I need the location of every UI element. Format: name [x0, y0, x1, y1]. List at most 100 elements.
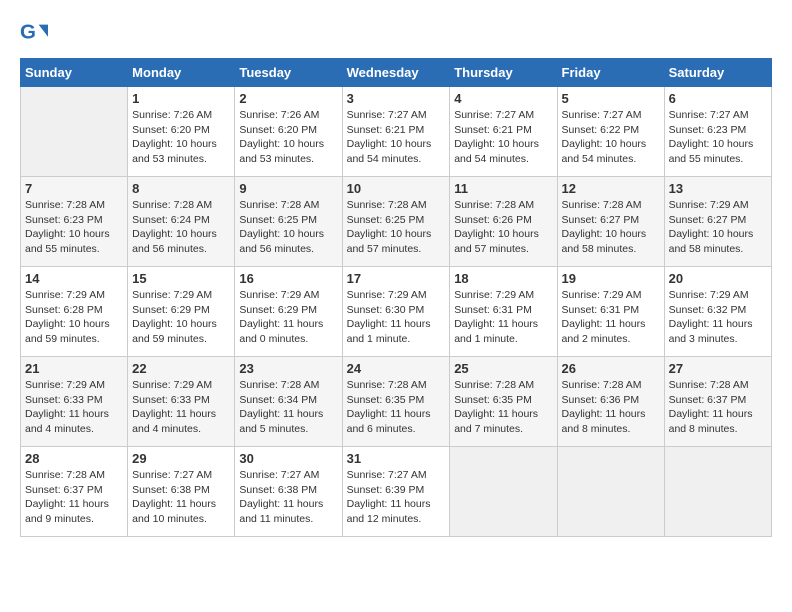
day-number: 1: [132, 91, 230, 106]
day-info: Sunrise: 7:27 AM Sunset: 6:38 PM Dayligh…: [132, 468, 230, 527]
day-number: 27: [669, 361, 767, 376]
weekday-header-sunday: Sunday: [21, 59, 128, 87]
day-number: 28: [25, 451, 123, 466]
day-number: 5: [562, 91, 660, 106]
calendar-cell: 14 Sunrise: 7:29 AM Sunset: 6:28 PM Dayli…: [21, 267, 128, 357]
calendar-cell: 29Sunrise: 7:27 AM Sunset: 6:38 PM Dayli…: [128, 447, 235, 537]
weekday-header-tuesday: Tuesday: [235, 59, 342, 87]
day-info: Sunrise: 7:27 AM Sunset: 6:38 PM Dayligh…: [239, 468, 337, 527]
day-number: 14: [25, 271, 123, 286]
calendar-cell: 20 Sunrise: 7:29 AM Sunset: 6:32 PM Dayli…: [664, 267, 771, 357]
day-number: 16: [239, 271, 337, 286]
day-info: Sunrise: 7:26 AM Sunset: 6:20 PM Dayligh…: [239, 108, 337, 167]
svg-text:G: G: [20, 21, 36, 44]
calendar-cell: 18 Sunrise: 7:29 AM Sunset: 6:31 PM Dayli…: [450, 267, 557, 357]
calendar-cell: 23 Sunrise: 7:28 AM Sunset: 6:34 PM Dayli…: [235, 357, 342, 447]
day-info: Sunrise: 7:28 AM Sunset: 6:37 PM Dayligh…: [25, 468, 123, 527]
day-number: 18: [454, 271, 552, 286]
day-number: 20: [669, 271, 767, 286]
day-number: 10: [347, 181, 446, 196]
day-number: 13: [669, 181, 767, 196]
calendar-week-5: 28 Sunrise: 7:28 AM Sunset: 6:37 PM Dayli…: [21, 447, 772, 537]
calendar-week-2: 7Sunrise: 7:28 AM Sunset: 6:23 PM Daylig…: [21, 177, 772, 267]
day-info: Sunrise: 7:29 AM Sunset: 6:28 PM Dayligh…: [25, 288, 123, 347]
calendar-cell: 12Sunrise: 7:28 AM Sunset: 6:27 PM Dayli…: [557, 177, 664, 267]
calendar-cell: 15 Sunrise: 7:29 AM Sunset: 6:29 PM Dayli…: [128, 267, 235, 357]
day-number: 31: [347, 451, 446, 466]
day-info: Sunrise: 7:27 AM Sunset: 6:21 PM Dayligh…: [347, 108, 446, 167]
weekday-header-row: SundayMondayTuesdayWednesdayThursdayFrid…: [21, 59, 772, 87]
day-info: Sunrise: 7:29 AM Sunset: 6:31 PM Dayligh…: [454, 288, 552, 347]
day-info: Sunrise: 7:29 AM Sunset: 6:31 PM Dayligh…: [562, 288, 660, 347]
day-number: 3: [347, 91, 446, 106]
calendar-cell: 21 Sunrise: 7:29 AM Sunset: 6:33 PM Dayli…: [21, 357, 128, 447]
calendar-cell: 31 Sunrise: 7:27 AM Sunset: 6:39 PM Dayli…: [342, 447, 450, 537]
calendar-cell: 8 Sunrise: 7:28 AM Sunset: 6:24 PM Daylig…: [128, 177, 235, 267]
calendar-cell: 27 Sunrise: 7:28 AM Sunset: 6:37 PM Dayli…: [664, 357, 771, 447]
day-number: 11: [454, 181, 552, 196]
calendar-cell: [664, 447, 771, 537]
calendar-table: SundayMondayTuesdayWednesdayThursdayFrid…: [20, 58, 772, 537]
day-info: Sunrise: 7:27 AM Sunset: 6:23 PM Dayligh…: [669, 108, 767, 167]
day-number: 2: [239, 91, 337, 106]
calendar-cell: 5 Sunrise: 7:27 AM Sunset: 6:22 PM Daylig…: [557, 87, 664, 177]
calendar-cell: [557, 447, 664, 537]
day-number: 24: [347, 361, 446, 376]
calendar-cell: 28 Sunrise: 7:28 AM Sunset: 6:37 PM Dayli…: [21, 447, 128, 537]
calendar-cell: 13 Sunrise: 7:29 AM Sunset: 6:27 PM Dayli…: [664, 177, 771, 267]
day-info: Sunrise: 7:27 AM Sunset: 6:22 PM Dayligh…: [562, 108, 660, 167]
day-number: 12: [562, 181, 660, 196]
calendar-cell: 1 Sunrise: 7:26 AM Sunset: 6:20 PM Daylig…: [128, 87, 235, 177]
day-info: Sunrise: 7:29 AM Sunset: 6:30 PM Dayligh…: [347, 288, 446, 347]
day-info: Sunrise: 7:26 AM Sunset: 6:20 PM Dayligh…: [132, 108, 230, 167]
calendar-cell: 6 Sunrise: 7:27 AM Sunset: 6:23 PM Daylig…: [664, 87, 771, 177]
calendar-cell: 25 Sunrise: 7:28 AM Sunset: 6:35 PM Dayli…: [450, 357, 557, 447]
logo: G: [20, 20, 52, 48]
calendar-cell: 24Sunrise: 7:28 AM Sunset: 6:35 PM Dayli…: [342, 357, 450, 447]
day-number: 21: [25, 361, 123, 376]
day-info: Sunrise: 7:28 AM Sunset: 6:35 PM Dayligh…: [454, 378, 552, 437]
day-info: Sunrise: 7:28 AM Sunset: 6:24 PM Dayligh…: [132, 198, 230, 257]
day-info: Sunrise: 7:29 AM Sunset: 6:32 PM Dayligh…: [669, 288, 767, 347]
day-number: 8: [132, 181, 230, 196]
day-number: 7: [25, 181, 123, 196]
day-number: 4: [454, 91, 552, 106]
day-info: Sunrise: 7:29 AM Sunset: 6:27 PM Dayligh…: [669, 198, 767, 257]
day-number: 9: [239, 181, 337, 196]
calendar-cell: 4Sunrise: 7:27 AM Sunset: 6:21 PM Daylig…: [450, 87, 557, 177]
day-info: Sunrise: 7:28 AM Sunset: 6:36 PM Dayligh…: [562, 378, 660, 437]
calendar-cell: [21, 87, 128, 177]
day-number: 6: [669, 91, 767, 106]
page-header: G: [20, 20, 772, 48]
calendar-cell: 17 Sunrise: 7:29 AM Sunset: 6:30 PM Dayli…: [342, 267, 450, 357]
day-number: 15: [132, 271, 230, 286]
calendar-week-3: 14 Sunrise: 7:29 AM Sunset: 6:28 PM Dayli…: [21, 267, 772, 357]
calendar-cell: 10 Sunrise: 7:28 AM Sunset: 6:25 PM Dayli…: [342, 177, 450, 267]
day-info: Sunrise: 7:28 AM Sunset: 6:37 PM Dayligh…: [669, 378, 767, 437]
day-info: Sunrise: 7:28 AM Sunset: 6:34 PM Dayligh…: [239, 378, 337, 437]
calendar-cell: 2 Sunrise: 7:26 AM Sunset: 6:20 PM Daylig…: [235, 87, 342, 177]
weekday-header-saturday: Saturday: [664, 59, 771, 87]
day-info: Sunrise: 7:29 AM Sunset: 6:29 PM Dayligh…: [132, 288, 230, 347]
calendar-cell: 30 Sunrise: 7:27 AM Sunset: 6:38 PM Dayli…: [235, 447, 342, 537]
day-number: 19: [562, 271, 660, 286]
day-number: 23: [239, 361, 337, 376]
weekday-header-monday: Monday: [128, 59, 235, 87]
day-info: Sunrise: 7:28 AM Sunset: 6:25 PM Dayligh…: [347, 198, 446, 257]
logo-icon: G: [20, 20, 48, 48]
day-number: 25: [454, 361, 552, 376]
day-info: Sunrise: 7:29 AM Sunset: 6:33 PM Dayligh…: [25, 378, 123, 437]
calendar-cell: 11 Sunrise: 7:28 AM Sunset: 6:26 PM Dayli…: [450, 177, 557, 267]
day-info: Sunrise: 7:29 AM Sunset: 6:33 PM Dayligh…: [132, 378, 230, 437]
day-number: 30: [239, 451, 337, 466]
day-info: Sunrise: 7:28 AM Sunset: 6:26 PM Dayligh…: [454, 198, 552, 257]
calendar-cell: 26Sunrise: 7:28 AM Sunset: 6:36 PM Dayli…: [557, 357, 664, 447]
day-number: 17: [347, 271, 446, 286]
calendar-week-1: 1 Sunrise: 7:26 AM Sunset: 6:20 PM Daylig…: [21, 87, 772, 177]
calendar-cell: 9 Sunrise: 7:28 AM Sunset: 6:25 PM Daylig…: [235, 177, 342, 267]
day-number: 22: [132, 361, 230, 376]
calendar-cell: 16Sunrise: 7:29 AM Sunset: 6:29 PM Dayli…: [235, 267, 342, 357]
weekday-header-thursday: Thursday: [450, 59, 557, 87]
day-info: Sunrise: 7:27 AM Sunset: 6:39 PM Dayligh…: [347, 468, 446, 527]
day-info: Sunrise: 7:28 AM Sunset: 6:25 PM Dayligh…: [239, 198, 337, 257]
